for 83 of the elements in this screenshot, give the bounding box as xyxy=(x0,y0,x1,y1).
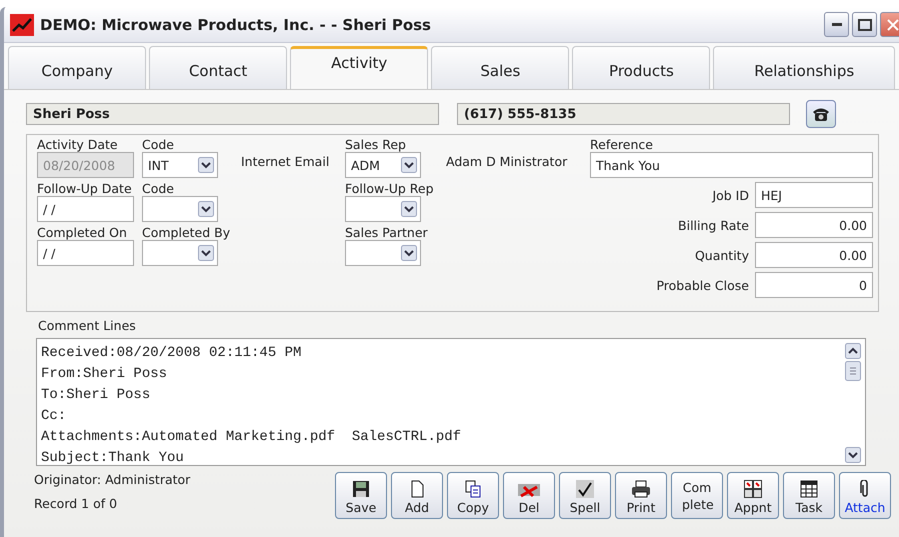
chevron-down-icon xyxy=(198,201,214,217)
field-label: Reference xyxy=(590,137,654,152)
close-icon xyxy=(886,18,898,30)
tab[interactable]: Company xyxy=(8,46,146,89)
comment-label: Comment Lines xyxy=(38,318,137,333)
field-label: Completed By xyxy=(142,225,232,240)
input-field[interactable]: 0.00 xyxy=(755,242,873,268)
attach-button[interactable]: Attach xyxy=(839,472,891,519)
delete-button[interactable]: Del xyxy=(503,472,555,519)
print-button[interactable]: Print xyxy=(615,472,667,519)
tab[interactable]: Activity xyxy=(290,46,428,89)
date-field[interactable]: / / xyxy=(37,240,134,266)
maximize-icon xyxy=(858,18,872,30)
telephone-icon xyxy=(811,106,831,122)
phone-field: (617) 555-8135 xyxy=(457,103,790,125)
save-button[interactable]: Save xyxy=(335,472,387,519)
field-label: Quantity xyxy=(694,248,749,262)
comment-line: Received:08/20/2008 02:11:45 PM xyxy=(41,344,302,363)
field-label: Code xyxy=(142,137,176,152)
input-field[interactable]: HEJ xyxy=(755,182,873,208)
comment-box[interactable]: Received:08/20/2008 02:11:45 PM From:Sheri Poss To:Sheri Poss Cc: Attachments:Automated Marketing.pdf SalesCTRL.pdf Subject:Thank You xyxy=(36,338,866,466)
cross-icon xyxy=(518,484,540,498)
tab[interactable]: Contact xyxy=(149,46,288,89)
field-label: Code xyxy=(142,181,176,196)
field-label: Completed On xyxy=(37,225,128,240)
minimize-icon xyxy=(832,22,842,26)
reference-field[interactable]: Thank You xyxy=(590,152,873,178)
copy-icon xyxy=(464,480,482,498)
tab[interactable]: Relationships xyxy=(713,46,895,89)
scroll-down-button[interactable] xyxy=(845,447,861,463)
comment-line: Cc: xyxy=(41,407,68,426)
table-grid-icon xyxy=(800,480,818,498)
field-label: Follow-Up Date xyxy=(37,181,133,196)
chevron-down-icon xyxy=(198,245,214,261)
rep-name: Adam D Ministrator xyxy=(446,154,568,169)
contact-name-field: Sheri Poss xyxy=(26,103,439,125)
date-field[interactable]: / / xyxy=(37,196,134,222)
chevron-down-icon xyxy=(401,201,417,217)
field-label: Activity Date xyxy=(37,137,119,152)
appointment-button[interactable]: Appnt xyxy=(727,472,779,519)
calendar-icon xyxy=(744,480,762,498)
chart-logo-icon xyxy=(10,14,34,36)
field-label: Billing Rate xyxy=(678,218,749,232)
tab[interactable]: Sales xyxy=(431,46,570,89)
minimize-button[interactable] xyxy=(824,12,849,37)
scroll-thumb[interactable] xyxy=(845,361,861,381)
checkmark-icon xyxy=(576,480,594,498)
input-field[interactable]: 0 xyxy=(755,272,873,298)
printer-icon xyxy=(631,480,651,498)
close-button[interactable] xyxy=(880,12,899,37)
field-label: Follow-Up Rep xyxy=(345,181,435,196)
chevron-down-icon xyxy=(198,157,214,173)
text-button[interactable]: Com plete xyxy=(671,472,723,519)
task-button[interactable]: Task xyxy=(783,472,835,519)
tab[interactable]: Products xyxy=(572,46,710,89)
paperclip-icon xyxy=(859,480,871,498)
comment-line: Attachments:Automated Marketing.pdf SalesCTRL.pdf xyxy=(41,428,462,447)
scroll-up-button[interactable] xyxy=(845,343,861,359)
comment-line: From:Sheri Poss xyxy=(41,365,168,384)
field-label: Job ID xyxy=(712,188,749,202)
comment-line: Subject:Thank You xyxy=(41,449,185,468)
add-button[interactable]: Add xyxy=(391,472,443,519)
window-title: DEMO: Microwave Products, Inc. - - Sheri Poss xyxy=(40,16,431,34)
input-field[interactable]: 0.00 xyxy=(755,212,873,238)
rep-dropdown[interactable] xyxy=(345,196,421,222)
chevron-down-icon xyxy=(401,245,417,261)
code-dropdown[interactable] xyxy=(142,196,218,222)
code-dropdown[interactable] xyxy=(142,240,218,266)
field-label: Sales Rep xyxy=(345,137,407,152)
rep-dropdown[interactable] xyxy=(345,240,421,266)
copy-button[interactable]: Copy xyxy=(447,472,499,519)
maximize-button[interactable] xyxy=(852,12,877,37)
field-label: Sales Partner xyxy=(345,225,429,240)
code-dropdown[interactable]: INT xyxy=(142,152,218,178)
comment-line: To:Sheri Poss xyxy=(41,386,152,405)
spell-button[interactable]: Spell xyxy=(559,472,611,519)
field-label: Probable Close xyxy=(656,278,749,292)
chevron-down-icon xyxy=(401,157,417,173)
originator-text: Originator: Administrator xyxy=(34,472,190,487)
code-description: Internet Email xyxy=(241,154,330,169)
dial-button[interactable] xyxy=(806,100,836,128)
rep-dropdown[interactable]: ADM xyxy=(345,152,421,178)
record-counter: Record 1 of 0 xyxy=(34,496,118,511)
